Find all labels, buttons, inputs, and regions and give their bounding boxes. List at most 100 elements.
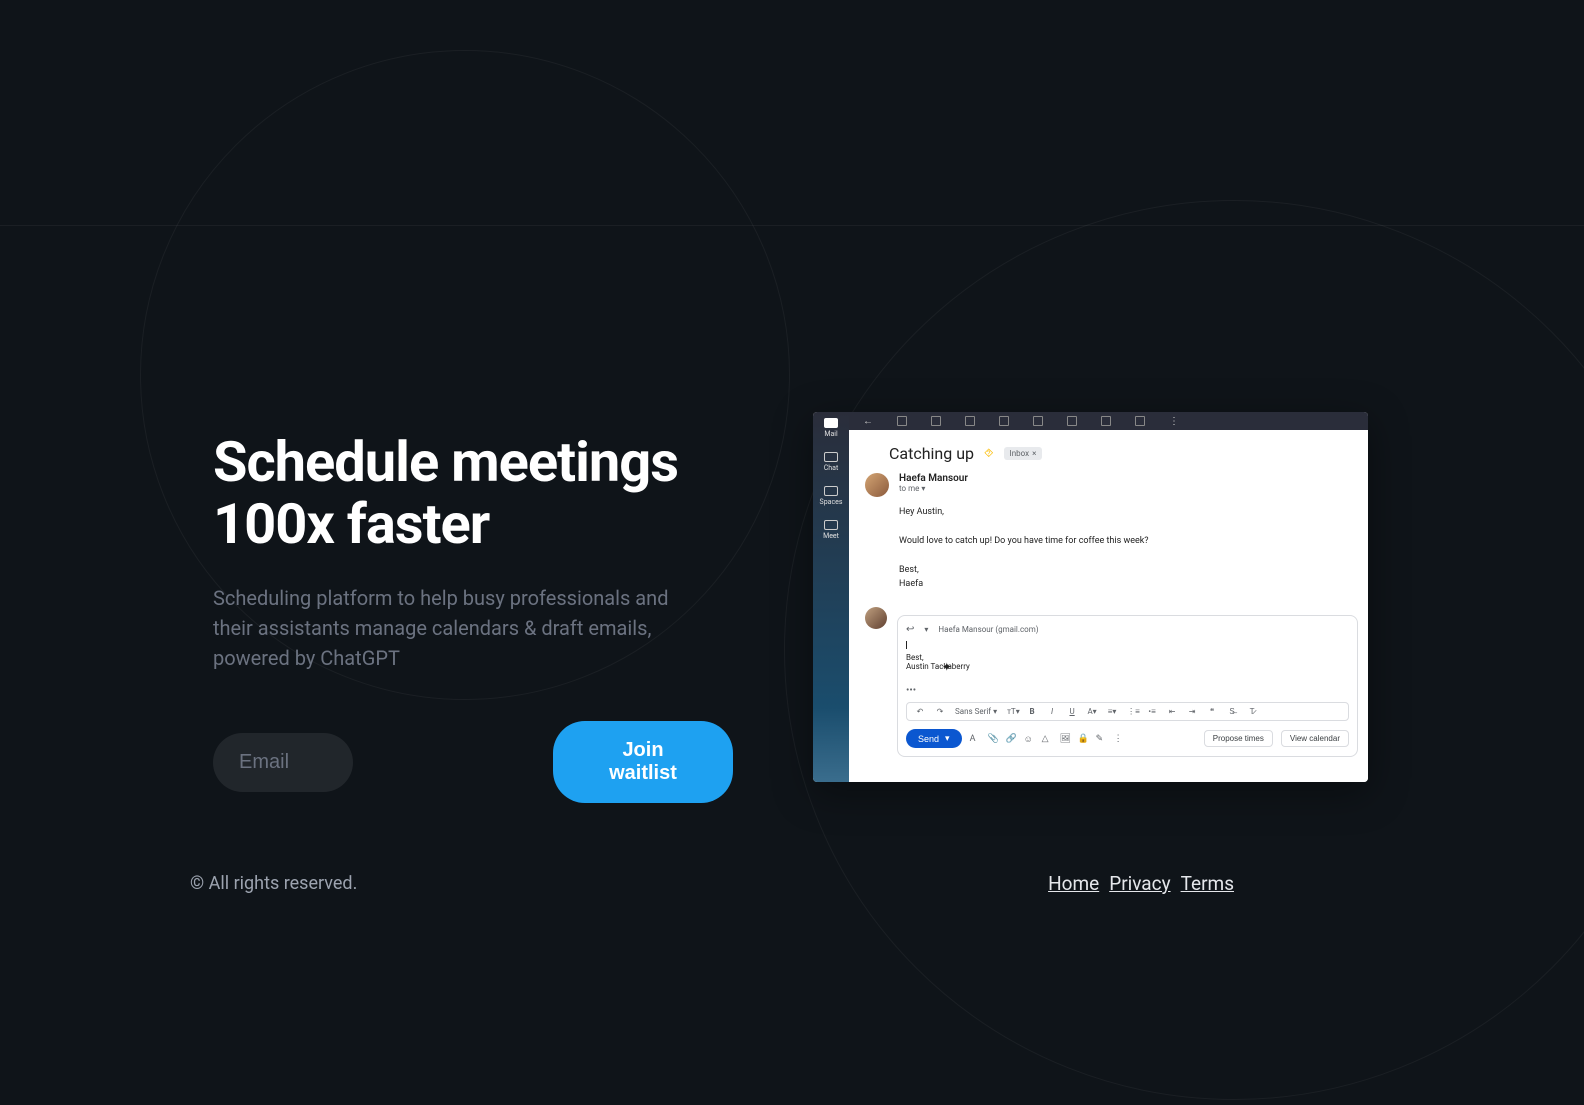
email-subject: Catching up <box>889 444 974 463</box>
back-arrow-icon[interactable]: ← <box>863 416 873 427</box>
indent-more-icon[interactable]: ⇥ <box>1187 707 1197 716</box>
spaces-icon <box>824 486 838 496</box>
sidebar-chat-label: Chat <box>824 464 839 472</box>
view-calendar-button[interactable]: View calendar <box>1281 730 1349 747</box>
email-line: Would love to catch up! Do you have time… <box>899 534 1328 548</box>
footer-copyright: © All rights reserved. <box>190 873 357 894</box>
reply-to-label: Haefa Mansour (gmail.com) <box>938 625 1038 634</box>
inbox-badge-label: Inbox <box>1010 449 1030 458</box>
reply-dropdown-icon[interactable]: ▾ <box>924 625 928 634</box>
drive-icon[interactable]: △ <box>1042 734 1052 744</box>
email-body: Haefa Mansour to me ▾ Hey Austin, Would … <box>849 473 1368 607</box>
star-icon[interactable]: ⯑ <box>984 446 993 461</box>
indent-less-icon[interactable]: ⇤ <box>1167 707 1177 716</box>
reply-avatar <box>865 607 887 629</box>
hero-section: Schedule meetings 100x faster Scheduling… <box>213 432 733 803</box>
email-signoff: Best, <box>899 563 1328 577</box>
pen-icon[interactable]: ✎ <box>1096 734 1106 744</box>
attach-icon[interactable]: 📎 <box>988 734 998 744</box>
link-icon[interactable]: 🔗 <box>1006 734 1016 744</box>
sender-to-label: to me <box>899 484 919 493</box>
cursor-pointer-icon: ✦ <box>942 660 952 674</box>
quote-icon[interactable]: ❝ <box>1207 707 1217 716</box>
reply-signature: Austin Tackaberry <box>906 662 970 671</box>
move-icon[interactable] <box>1101 416 1111 426</box>
more-options-icon[interactable]: ⋮ <box>1114 734 1124 744</box>
reply-content[interactable]: Best, Austin Tackaberry ✦ <box>906 641 1349 681</box>
format-toggle-icon[interactable]: A <box>970 734 980 744</box>
sidebar-spaces-label: Spaces <box>820 498 843 506</box>
sender-avatar <box>865 473 889 497</box>
gmail-content: Catching up ⯑ Inbox × Haefa Mansour to m… <box>849 430 1368 782</box>
email-input[interactable] <box>213 733 353 792</box>
sidebar-meet-label: Meet <box>823 532 839 540</box>
footer-link-terms[interactable]: Terms <box>1181 872 1234 895</box>
sidebar-item-mail[interactable]: Mail <box>824 418 838 438</box>
footer: © All rights reserved. Home Privacy Term… <box>190 872 1234 895</box>
quoted-text-toggle[interactable]: ••• <box>906 685 1349 696</box>
font-select[interactable]: Sans Serif▾ <box>955 707 997 716</box>
sidebar-mail-label: Mail <box>824 430 837 438</box>
propose-times-button[interactable]: Propose times <box>1204 730 1273 747</box>
sidebar-item-chat[interactable]: Chat <box>824 452 839 472</box>
inbox-badge[interactable]: Inbox × <box>1004 447 1043 460</box>
email-greeting: Hey Austin, <box>899 505 1328 519</box>
send-dropdown-icon[interactable]: ▾ <box>945 733 950 744</box>
redo-icon[interactable]: ↷ <box>935 707 945 716</box>
bullet-list-icon[interactable]: •≡ <box>1147 707 1157 716</box>
numbered-list-icon[interactable]: ⋮≡ <box>1127 707 1137 716</box>
sender-to[interactable]: to me ▾ <box>899 484 968 493</box>
send-row: Send ▾ A 📎 🔗 ☺ △ 🖼 🔒 ✎ ⋮ Propose times V… <box>906 729 1349 748</box>
meet-icon <box>824 520 838 530</box>
sidebar-item-meet[interactable]: Meet <box>823 520 839 540</box>
snooze-icon[interactable] <box>1033 416 1043 426</box>
gmail-screenshot: Mail Chat Spaces Meet ← ⋮ Catching up ⯑ <box>813 412 1368 782</box>
gmail-sidebar: Mail Chat Spaces Meet <box>813 412 849 782</box>
lock-icon[interactable]: 🔒 <box>1078 734 1088 744</box>
chat-icon <box>824 452 838 462</box>
sender-info: Haefa Mansour to me ▾ <box>899 473 968 493</box>
delete-icon[interactable] <box>965 416 975 426</box>
sender-name: Haefa Mansour <box>899 473 968 484</box>
italic-icon[interactable]: I <box>1047 707 1057 716</box>
signup-row: Join waitlist <box>213 721 733 803</box>
clear-format-icon[interactable]: T̷ <box>1247 707 1257 716</box>
format-toolbar: ↶ ↷ Sans Serif▾ тT▾ B I U A▾ ≡▾ ⋮≡ •≡ ⇤ … <box>906 702 1349 721</box>
hero-title: Schedule meetings 100x faster <box>213 432 733 555</box>
label-icon[interactable] <box>1135 416 1145 426</box>
close-badge-icon[interactable]: × <box>1032 449 1036 458</box>
sender-row: Haefa Mansour to me ▾ <box>865 473 1328 497</box>
underline-icon[interactable]: U <box>1067 707 1077 716</box>
textcolor-icon[interactable]: A▾ <box>1087 707 1097 716</box>
send-button[interactable]: Send ▾ <box>906 729 962 748</box>
emoji-icon[interactable]: ☺ <box>1024 734 1034 744</box>
unread-icon[interactable] <box>999 416 1009 426</box>
reply-arrow-icon[interactable]: ↩ <box>906 624 914 635</box>
undo-icon[interactable]: ↶ <box>915 707 925 716</box>
bold-icon[interactable]: B <box>1027 707 1037 716</box>
chevron-down-icon: ▾ <box>921 484 925 493</box>
reply-signoff: Best, <box>906 653 1349 662</box>
text-cursor <box>906 641 907 649</box>
archive-icon[interactable] <box>897 416 907 426</box>
reply-box[interactable]: ↩ ▾ Haefa Mansour (gmail.com) Best, Aust… <box>897 615 1358 757</box>
hero-subtitle: Scheduling platform to help busy profess… <box>213 583 693 673</box>
email-text: Hey Austin, Would love to catch up! Do y… <box>899 505 1328 591</box>
send-button-label: Send <box>918 734 939 744</box>
gmail-toolbar: ← ⋮ <box>849 412 1368 430</box>
report-icon[interactable] <box>931 416 941 426</box>
footer-links: Home Privacy Terms <box>1048 872 1234 895</box>
mail-icon <box>824 418 838 428</box>
more-icon[interactable]: ⋮ <box>1169 416 1179 427</box>
sidebar-item-spaces[interactable]: Spaces <box>820 486 843 506</box>
footer-link-privacy[interactable]: Privacy <box>1109 872 1170 895</box>
task-icon[interactable] <box>1067 416 1077 426</box>
strike-icon[interactable]: S̶ <box>1227 707 1237 716</box>
align-icon[interactable]: ≡▾ <box>1107 707 1117 716</box>
horizontal-divider <box>0 225 1584 226</box>
image-icon[interactable]: 🖼 <box>1060 734 1070 744</box>
footer-link-home[interactable]: Home <box>1048 872 1099 895</box>
join-waitlist-button[interactable]: Join waitlist <box>553 721 733 803</box>
fontsize-icon[interactable]: тT▾ <box>1007 707 1017 716</box>
email-header: Catching up ⯑ Inbox × <box>849 430 1368 473</box>
